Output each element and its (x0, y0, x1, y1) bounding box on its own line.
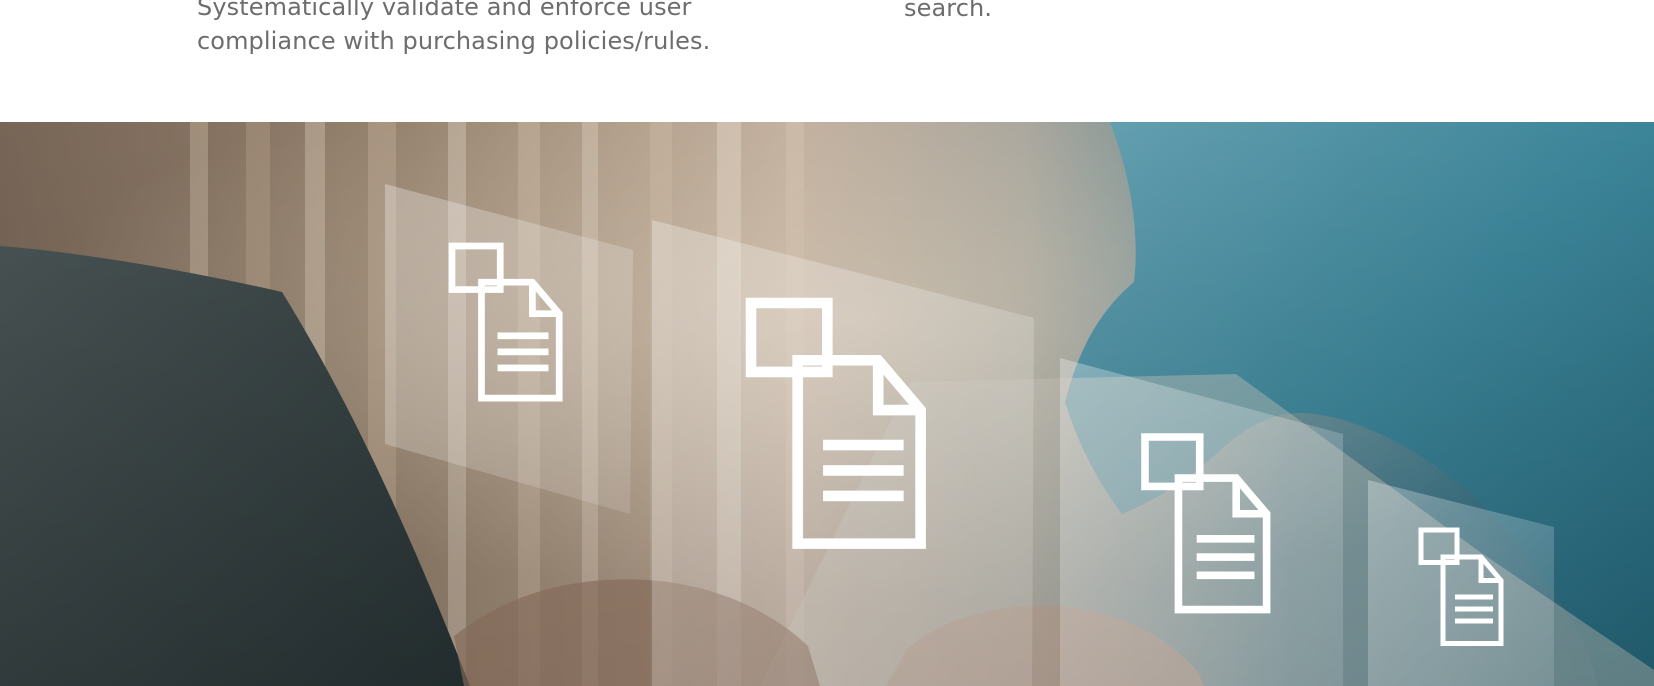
search-description-tail: search. (904, 0, 993, 22)
feature-text-section: Systematically validate and enforce user… (0, 0, 1654, 122)
compliance-description: Systematically validate and enforce user… (197, 0, 711, 55)
hero-image (0, 122, 1654, 686)
hero-photo (0, 122, 1654, 686)
